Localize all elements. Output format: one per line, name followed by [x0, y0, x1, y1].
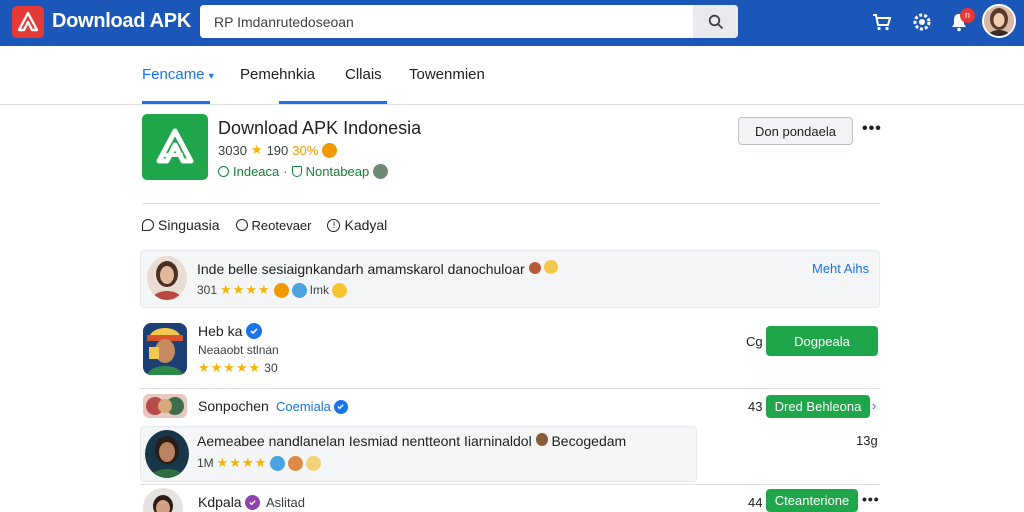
app-icon — [142, 114, 208, 180]
tab-fencame[interactable]: Fencame ▾ — [142, 66, 214, 83]
review-subtitle: Aslitad — [266, 495, 306, 510]
chevron-down-icon: ▾ — [208, 71, 214, 82]
app-meta: 3030 ★ 190 30% — [218, 142, 338, 158]
list-item[interactable]: Sonpochen Coemiala 43 Dred Behleona › — [140, 392, 880, 422]
shield-icon — [291, 166, 302, 177]
user-avatar[interactable] — [982, 4, 1016, 38]
star-icon: ★ — [250, 142, 263, 157]
emoji-icon — [270, 455, 286, 471]
avatar — [145, 430, 189, 478]
emoji-icon — [528, 262, 541, 274]
review-count: 44 — [748, 495, 763, 510]
emoji-icon — [288, 455, 304, 471]
review-title: Kdpala — [198, 494, 261, 510]
review-action-button[interactable]: Dogpeala — [766, 326, 878, 356]
cart-icon[interactable] — [871, 11, 893, 33]
more-options-icon[interactable]: ••• — [862, 120, 882, 138]
app-title: Download APK Indonesia — [218, 118, 422, 138]
search-input[interactable] — [200, 5, 693, 38]
review-count: 43 — [748, 399, 763, 414]
row-divider — [140, 484, 880, 485]
review-verified-name: Coemiala — [276, 399, 348, 414]
avatar — [143, 394, 187, 418]
review-title: Inde belle sesiaignkandarh amamskarol da… — [197, 260, 559, 277]
verified-icon — [245, 495, 261, 510]
download-button[interactable]: Don pondaela — [738, 117, 853, 145]
developer-avatar — [373, 164, 389, 179]
tab-active-indicator — [142, 101, 210, 104]
settings-icon[interactable] — [911, 11, 933, 33]
review-link[interactable]: Meht Aihs — [812, 261, 869, 276]
review-count: 13g — [856, 433, 878, 448]
filter-bar: Singuasia Reotevaer ! Kadyal — [142, 215, 403, 235]
review-title: Aemeabee nandlanelan Iesmiad nentteont I… — [197, 433, 627, 449]
more-options-icon[interactable]: ••• — [862, 491, 880, 507]
tab-towenmien[interactable]: Towenmien — [409, 66, 485, 83]
app-subinfo: Indeaca · Nontabeap — [218, 164, 389, 179]
tab-bar: Fencame ▾ Pemehnkia Cllais Towenmien — [0, 46, 1024, 105]
review-meta: 1M ★★★★ — [197, 455, 322, 471]
verified-icon — [246, 323, 263, 339]
review-count: Cg — [746, 334, 763, 349]
info-icon: ! — [327, 218, 341, 232]
review-rating: ★★★★★ 30 — [198, 360, 278, 375]
star-rating: ★★★★ — [216, 455, 268, 470]
tab-hover-indicator — [279, 101, 387, 104]
emoji-icon — [535, 433, 548, 446]
chat-icon — [142, 219, 154, 231]
review-action-button[interactable]: Dred Behleona — [766, 395, 870, 418]
section-divider — [142, 203, 880, 204]
avatar — [143, 323, 187, 375]
filter-kadyal[interactable]: ! Kadyal — [327, 217, 387, 233]
notification-badge: n — [960, 8, 975, 23]
avatar — [147, 256, 187, 300]
emoji-icon — [544, 260, 559, 274]
emoji-icon — [322, 142, 338, 158]
review-action-button[interactable]: Cteanterione — [766, 489, 858, 512]
logo-icon[interactable] — [12, 6, 44, 38]
star-rating: ★★★★ — [220, 282, 271, 297]
review-title: Heb ka — [198, 323, 263, 339]
filter-singuasia[interactable]: Singuasia — [142, 217, 220, 233]
emoji-icon — [291, 282, 307, 298]
filter-reotevaer[interactable]: Reotevaer — [235, 218, 311, 233]
list-item[interactable]: Heb ka Neaaobt stlnan ★★★★★ 30 Cg Dogpea… — [140, 318, 880, 386]
tab-pemehnkia[interactable]: Pemehnkia — [240, 66, 315, 83]
review-subtitle: Neaaobt stlnan — [198, 343, 279, 357]
review-meta: 301 ★★★★ Imk — [197, 282, 347, 298]
row-divider — [140, 388, 880, 389]
chevron-right-icon[interactable]: › — [872, 398, 876, 413]
review-title: Sonpochen — [198, 398, 269, 414]
emoji-icon — [332, 282, 347, 298]
tab-cllais[interactable]: Cllais — [345, 66, 382, 83]
verified-outline-icon — [218, 166, 229, 177]
list-item[interactable]: Inde belle sesiaignkandarh amamskarol da… — [140, 250, 880, 308]
search-bar — [200, 5, 738, 38]
brand-name[interactable]: Download APK — [52, 10, 191, 33]
list-item[interactable]: Aemeabee nandlanelan Iesmiad nentteont I… — [140, 426, 697, 482]
verified-icon — [333, 399, 348, 414]
list-item[interactable]: Kdpala Aslitad 44 Cteanterione ••• — [140, 486, 880, 512]
search-button[interactable] — [693, 5, 738, 38]
avatar — [143, 488, 183, 512]
emoji-icon — [306, 455, 322, 471]
emoji-icon — [273, 282, 289, 298]
star-rating: ★★★★★ — [198, 360, 262, 375]
top-bar: Download APK n — [0, 0, 1024, 46]
search-icon — [708, 14, 723, 29]
clock-icon — [235, 219, 248, 231]
